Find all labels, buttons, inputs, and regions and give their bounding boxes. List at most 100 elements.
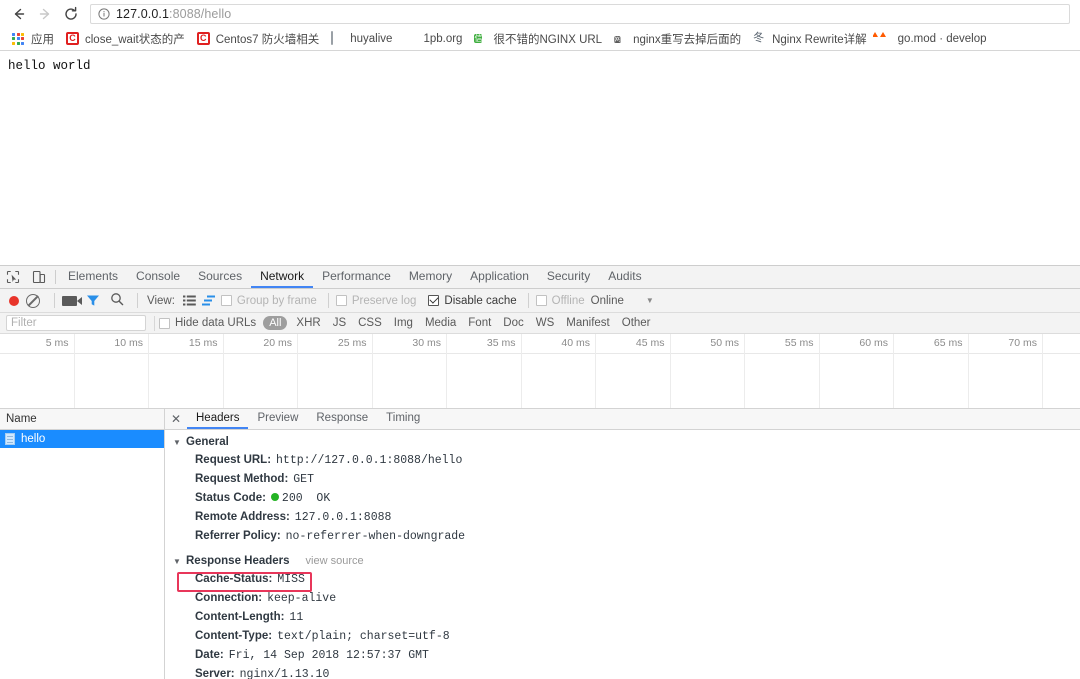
page-info-icon[interactable] xyxy=(97,7,110,20)
timeline-tick-label: 60 ms xyxy=(859,337,888,349)
tab-memory[interactable]: Memory xyxy=(400,266,461,288)
filter-type-font[interactable]: Font xyxy=(462,316,497,330)
header-value: text/plain; charset=utf-8 xyxy=(277,630,450,643)
back-button[interactable] xyxy=(6,1,32,27)
general-section-title[interactable]: ▼ General xyxy=(173,436,1080,448)
clear-icon[interactable] xyxy=(26,293,40,308)
filter-type-manifest[interactable]: Manifest xyxy=(560,316,615,330)
list-view-icon[interactable] xyxy=(181,295,198,306)
filter-type-media[interactable]: Media xyxy=(419,316,462,330)
script-icon: 冬 xyxy=(753,32,767,46)
timeline-tick: 10 ms xyxy=(75,334,149,408)
bookmark-nginx-rewrite-strip[interactable]: 网 nginx重写去掉后面的 xyxy=(608,29,747,49)
request-list-header[interactable]: Name xyxy=(0,409,164,430)
tab-network[interactable]: Network xyxy=(251,266,314,288)
timeline-tick: 25 ms xyxy=(298,334,373,408)
tab-application[interactable]: Application xyxy=(461,266,538,288)
response-headers-section-title[interactable]: ▼ Response Headers view source xyxy=(173,555,1080,567)
bookmark-1pb-org[interactable]: 1pb.org xyxy=(398,29,468,49)
document-favicon xyxy=(5,433,15,445)
close-icon[interactable]: ✕ xyxy=(165,409,187,429)
view-label: View: xyxy=(147,294,175,307)
header-key: Request Method: xyxy=(195,473,289,485)
filter-type-other[interactable]: Other xyxy=(616,316,657,330)
arrow-left-icon xyxy=(14,8,25,19)
bookmark-nginx-rewrite-detail[interactable]: 冬 Nginx Rewrite详解 xyxy=(747,29,873,49)
filter-funnel-icon[interactable] xyxy=(86,294,100,307)
filter-type-doc[interactable]: Doc xyxy=(497,316,529,330)
tab-audits[interactable]: Audits xyxy=(599,266,650,288)
filter-type-img[interactable]: Img xyxy=(388,316,419,330)
request-row-hello[interactable]: hello xyxy=(0,430,164,448)
hide-data-urls-label: Hide data URLs xyxy=(175,317,257,329)
filter-type-ws[interactable]: WS xyxy=(530,316,561,330)
header-key: Server: xyxy=(195,668,235,679)
timeline-tick-label: 55 ms xyxy=(784,337,814,349)
network-toolbar: View: Group by frame Preserve log Disabl… xyxy=(0,289,1080,313)
preserve-log-checkbox[interactable]: Preserve log xyxy=(335,295,416,307)
bookmark-centos7[interactable]: C Centos7 防火墙相关 xyxy=(191,29,326,49)
disable-cache-checkbox[interactable]: Disable cache xyxy=(428,295,517,307)
inspect-element-button[interactable] xyxy=(0,266,26,288)
timeline-tick-label: 70 ms xyxy=(1008,337,1037,349)
address-bar[interactable]: 127.0.0.1:8088/hello xyxy=(90,3,1070,24)
toolbar-divider xyxy=(55,270,56,284)
filter-type-all[interactable]: All xyxy=(263,316,288,330)
tab-performance[interactable]: Performance xyxy=(313,266,400,288)
tab-timing[interactable]: Timing xyxy=(377,409,429,429)
url-host: 127.0.0.1 xyxy=(116,6,170,21)
tab-headers[interactable]: Headers xyxy=(187,409,249,429)
device-toolbar-button[interactable] xyxy=(26,266,52,288)
bookmark-huyalive[interactable]: huyalive xyxy=(325,29,398,49)
filter-type-css[interactable]: CSS xyxy=(352,316,388,330)
reload-button[interactable] xyxy=(58,1,84,27)
timeline-tick-label: 40 ms xyxy=(561,337,590,349)
capture-screenshots-icon[interactable] xyxy=(62,295,82,306)
offline-checkbox[interactable]: Offline xyxy=(535,295,585,307)
bookmark-close-wait[interactable]: C close_wait状态的产 xyxy=(60,29,191,49)
timeline-tick-label: 35 ms xyxy=(486,337,516,349)
header-key: Content-Type: xyxy=(195,630,273,642)
csdn-icon: C xyxy=(66,31,80,46)
header-value: MISS xyxy=(277,573,305,586)
tab-console[interactable]: Console xyxy=(127,266,189,288)
header-value: http://127.0.0.1:8088/hello xyxy=(276,454,463,467)
group-by-frame-checkbox[interactable]: Group by frame xyxy=(220,294,317,307)
apps-grid-icon xyxy=(12,32,26,46)
header-row-status-code: Status Code: 200 OK xyxy=(173,489,1080,508)
url-text: 127.0.0.1:8088/hello xyxy=(116,7,231,21)
tab-security[interactable]: Security xyxy=(538,266,599,288)
timeline-tick: 35 ms xyxy=(447,334,522,408)
filter-input[interactable]: Filter xyxy=(6,315,146,331)
header-row-content-type: Content-Type: text/plain; charset=utf-8 xyxy=(173,627,1080,646)
bookmark-go-mod[interactable]: go.mod · develop xyxy=(873,29,993,49)
bookmark-apps[interactable]: 应用 xyxy=(6,29,60,49)
bookmark-nginx-url[interactable]: 信 很不错的NGINX URL xyxy=(468,29,608,49)
csdn-icon: C xyxy=(196,31,211,46)
group-by-frame-label: Group by frame xyxy=(236,294,317,307)
hide-data-urls-checkbox[interactable]: Hide data URLs xyxy=(159,317,256,329)
view-source-link[interactable]: view source xyxy=(306,555,364,567)
waterfall-view-icon[interactable] xyxy=(201,295,218,306)
reload-icon xyxy=(65,6,77,20)
header-row-remote-address: Remote Address: 127.0.0.1:8088 xyxy=(173,508,1080,527)
filter-type-js[interactable]: JS xyxy=(327,316,352,330)
tab-elements[interactable]: Elements xyxy=(59,266,127,288)
devtools-tabbar: Elements Console Sources Network Perform… xyxy=(0,266,1080,289)
tab-sources[interactable]: Sources xyxy=(189,266,251,288)
filter-type-xhr[interactable]: XHR xyxy=(290,316,326,330)
network-body: Name hello ✕ Headers Preview Response Ti… xyxy=(0,409,1080,679)
status-ok-dot-icon xyxy=(270,493,279,501)
checkbox-box xyxy=(220,295,232,306)
timeline-tick-label: 10 ms xyxy=(114,337,143,349)
chevron-down-icon: ▼ xyxy=(645,296,654,305)
network-timeline-overview[interactable]: 5 ms 10 ms 15 ms 20 ms 25 ms 30 ms 35 ms… xyxy=(0,334,1080,409)
section-label: Response Headers xyxy=(186,555,290,567)
throttling-select[interactable]: Online ▼ xyxy=(591,295,654,307)
request-list: Name hello xyxy=(0,409,165,679)
tab-preview[interactable]: Preview xyxy=(248,409,307,429)
search-icon[interactable] xyxy=(110,292,124,309)
record-button-icon[interactable] xyxy=(9,295,19,306)
forward-button[interactable] xyxy=(32,1,58,27)
tab-response[interactable]: Response xyxy=(307,409,377,429)
